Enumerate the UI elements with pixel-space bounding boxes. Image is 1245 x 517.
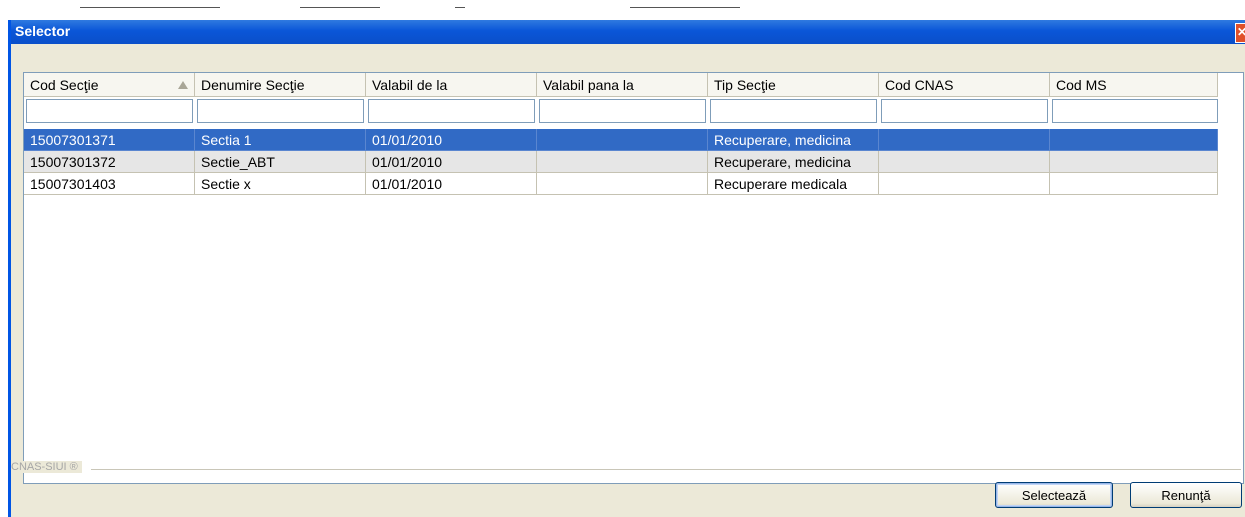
table-row[interactable]: 15007301371 Sectia 1 01/01/2010 Recupera… (24, 129, 1218, 151)
filter-valabil-pana-la[interactable] (539, 99, 706, 123)
filter-valabil-de-la[interactable] (368, 99, 535, 123)
column-header-label: Cod MS (1056, 77, 1107, 93)
footer-divider (91, 469, 1241, 470)
cell-cod-cnas (879, 129, 1050, 151)
cell-valabil-de-la: 01/01/2010 (366, 129, 537, 151)
window-title: Selector (15, 23, 71, 39)
filter-input[interactable] (882, 100, 1047, 122)
cell-valabil-de-la: 01/01/2010 (366, 151, 537, 173)
column-header-valabil-de-la[interactable]: Valabil de la (366, 73, 537, 97)
filter-input[interactable] (540, 100, 705, 122)
title-bar[interactable]: Selector ✕ (11, 20, 1245, 44)
sections-grid[interactable]: Cod Secţie Denumire Secţie Valabil de la… (23, 72, 1244, 484)
filter-input[interactable] (711, 100, 876, 122)
selector-dialog: Selector ✕ Cod Secţie Denumire Secţie Va… (8, 20, 1245, 517)
table-row[interactable]: 15007301372 Sectie_ABT 01/01/2010 Recupe… (24, 151, 1218, 173)
filter-input[interactable] (27, 100, 192, 122)
column-header-tip-sectie[interactable]: Tip Secţie (708, 73, 879, 97)
filter-input[interactable] (369, 100, 534, 122)
column-header-label: Cod Secţie (30, 77, 99, 93)
cell-cod-ms (1050, 129, 1218, 151)
column-header-denumire-sectie[interactable]: Denumire Secţie (195, 73, 366, 97)
background-text-fragment (80, 0, 220, 8)
table-row[interactable]: 15007301403 Sectie x 01/01/2010 Recupera… (24, 173, 1218, 195)
filter-cod-sectie[interactable] (26, 99, 193, 123)
background-text-fragment (630, 0, 740, 8)
select-button[interactable]: Selectează (995, 482, 1113, 508)
cell-denumire-sectie: Sectie_ABT (195, 151, 366, 173)
background-text-fragment (300, 0, 380, 8)
cell-valabil-pana-la (537, 151, 708, 173)
column-header-label: Cod CNAS (885, 77, 954, 93)
filter-input[interactable] (198, 100, 363, 122)
cell-denumire-sectie: Sectia 1 (195, 129, 366, 151)
cell-cod-sectie: 15007301371 (24, 129, 195, 151)
column-header-label: Tip Secţie (714, 77, 776, 93)
cell-tip-sectie: Recuperare medicala (708, 173, 879, 195)
cell-valabil-de-la: 01/01/2010 (366, 173, 537, 195)
cell-valabil-pana-la (537, 173, 708, 195)
column-header-label: Valabil pana la (543, 77, 634, 93)
cancel-button[interactable]: Renunţă (1130, 482, 1242, 508)
background-text-fragment (455, 0, 465, 8)
cell-cod-cnas (879, 173, 1050, 195)
background-window-strip (0, 0, 1245, 20)
cell-cod-ms (1050, 151, 1218, 173)
sort-ascending-icon (178, 81, 188, 89)
cell-cod-cnas (879, 151, 1050, 173)
cell-cod-ms (1050, 173, 1218, 195)
cell-denumire-sectie: Sectie x (195, 173, 366, 195)
close-icon: ✕ (1236, 25, 1245, 39)
cell-tip-sectie: Recuperare, medicina (708, 151, 879, 173)
column-header-label: Valabil de la (372, 77, 448, 93)
filter-cod-ms[interactable] (1052, 99, 1218, 123)
cell-cod-sectie: 15007301403 (24, 173, 195, 195)
filter-tip-sectie[interactable] (710, 99, 877, 123)
filter-cod-cnas[interactable] (881, 99, 1048, 123)
footer-group-label: CNAS-SIUI ® (11, 461, 82, 473)
filter-denumire-sectie[interactable] (197, 99, 364, 123)
cell-cod-sectie: 15007301372 (24, 151, 195, 173)
cell-tip-sectie: Recuperare, medicina (708, 129, 879, 151)
column-header-cod-sectie[interactable]: Cod Secţie (24, 73, 195, 97)
cell-valabil-pana-la (537, 129, 708, 151)
column-header-cod-cnas[interactable]: Cod CNAS (879, 73, 1050, 97)
filter-input[interactable] (1053, 100, 1217, 122)
column-header-label: Denumire Secţie (201, 77, 305, 93)
column-header-cod-ms[interactable]: Cod MS (1050, 73, 1218, 97)
column-header-valabil-pana-la[interactable]: Valabil pana la (537, 73, 708, 97)
close-button[interactable]: ✕ (1235, 23, 1245, 43)
